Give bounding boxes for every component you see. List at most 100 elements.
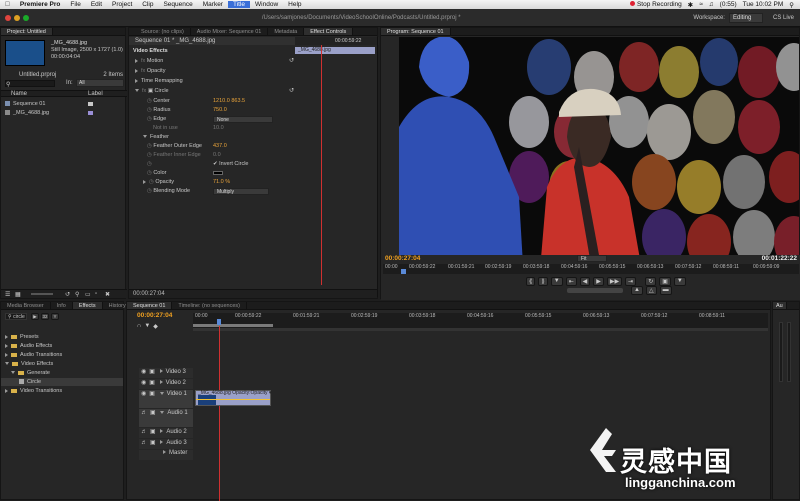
collapse-arrow-icon[interactable] [11, 371, 15, 375]
list-item[interactable]: Sequence 01 [1, 100, 125, 108]
expand-arrow-icon[interactable] [159, 369, 163, 374]
edge-select[interactable]: None [213, 116, 273, 123]
timeline-clip[interactable]: _MG_4688.jpg Opacity:Opacity ▾ [195, 390, 271, 406]
track-header-master[interactable]: Master [139, 450, 193, 460]
mark-in-icon[interactable]: ⟪ [526, 277, 536, 286]
lift-icon[interactable]: ▲ [631, 286, 643, 295]
accelerated-effects-icon[interactable]: ▶ [31, 313, 39, 320]
param-opacity[interactable]: ◷ Opacity 71.0 % [129, 178, 377, 186]
menu-marker[interactable]: Marker [198, 1, 228, 8]
expand-arrow-icon[interactable] [159, 380, 163, 385]
tab-sequence-01[interactable]: Sequence 01 [127, 302, 173, 309]
go-to-in-icon[interactable]: ⇤ [565, 277, 577, 286]
effect-opacity[interactable]: fx Opacity [129, 67, 377, 75]
param-color[interactable]: ◷ Color [129, 169, 377, 177]
tree-item-audio-transitions[interactable]: Audio Transitions [1, 351, 123, 359]
tab-program[interactable]: Program: Sequence 01 [381, 28, 451, 35]
tab-media-browser[interactable]: Media Browser [1, 302, 51, 309]
param-edge[interactable]: ◷ Edge None [129, 115, 377, 123]
column-label[interactable]: Label [88, 91, 103, 97]
keyframe-icon[interactable]: ◆ [153, 323, 158, 330]
expand-arrow-icon[interactable] [5, 343, 8, 348]
loop-icon[interactable]: ↻ [645, 277, 657, 286]
tab-project[interactable]: Project: Untitled [1, 28, 53, 35]
tab-audio-mixer[interactable]: Audio Mixer: Sequence 01 [191, 28, 269, 35]
tree-item-video-effects[interactable]: Video Effects [1, 360, 123, 368]
reset-icon[interactable]: ↺ [289, 87, 294, 94]
menu-help[interactable]: Help [283, 1, 306, 8]
zoom-slider[interactable] [31, 293, 53, 295]
fit-select[interactable]: Fit [577, 255, 607, 262]
tab-source[interactable]: Source: (no clips) [129, 28, 191, 35]
collapse-arrow-icon[interactable] [160, 410, 165, 414]
column-name[interactable]: Name [11, 91, 27, 97]
expand-arrow-icon[interactable] [160, 429, 164, 434]
menu-edit[interactable]: Edit [86, 1, 107, 8]
mark-out-icon[interactable]: ⟫ [538, 277, 548, 286]
tab-timeline-none[interactable]: Timeline: (no sequences) [172, 302, 247, 309]
track-header-audio-3[interactable]: ♬ ▣ Audio 3 [139, 439, 193, 449]
play-icon[interactable]: ▶ [593, 277, 604, 286]
invert-circle-checkbox[interactable]: ✔ Invert Circle [213, 160, 248, 168]
new-item-icon[interactable]: ▫ [95, 291, 97, 297]
menu-title[interactable]: Title [227, 1, 251, 8]
menu-window[interactable]: Window [250, 1, 283, 8]
delete-icon[interactable]: ✖ [105, 291, 110, 298]
reset-icon[interactable]: ↺ [289, 57, 294, 64]
expand-arrow-icon[interactable] [5, 388, 8, 393]
extract-icon[interactable]: △ [645, 286, 657, 295]
stop-recording-button[interactable]: Stop Recording [629, 1, 682, 8]
param-blending-mode[interactable]: ◷ Blending Mode Multiply [129, 187, 377, 195]
tree-item-generate[interactable]: Generate [1, 369, 123, 377]
effect-motion[interactable]: fx Motion [129, 57, 377, 65]
program-timecode-current[interactable]: 00:00:27:04 [385, 255, 420, 262]
tab-effect-controls[interactable]: Effect Controls [304, 28, 354, 35]
lock-icon[interactable]: ▣ [150, 429, 156, 435]
tab-metadata[interactable]: Metadata [268, 28, 305, 35]
param-feather-outer[interactable]: ◷ Feather Outer Edge 437.0 [129, 142, 377, 150]
tree-item-circle[interactable]: Circle [1, 378, 123, 386]
expand-arrow-icon[interactable] [135, 58, 138, 63]
list-item[interactable]: _MG_4688.jpg [1, 109, 125, 117]
effect-time-remapping[interactable]: Time Remapping [129, 77, 377, 85]
icon-view-icon[interactable]: ▦ [15, 291, 21, 298]
expand-arrow-icon[interactable] [163, 450, 166, 455]
track-header-video-1[interactable]: ◉ ▣ Video 1 [139, 390, 193, 408]
track-header-video-3[interactable]: ◉ ▣ Video 3 [139, 368, 193, 378]
marker-icon[interactable]: ▼ [550, 277, 563, 286]
cs-live-button[interactable]: CS Live [773, 15, 794, 21]
snap-icon[interactable]: ∩ [137, 323, 141, 330]
wifi-icon[interactable]: ≈ [699, 1, 703, 8]
workspace-select[interactable]: Editing [728, 12, 763, 23]
menu-sequence[interactable]: Sequence [158, 1, 197, 8]
search-icon[interactable]: ⚲ [75, 291, 79, 298]
tree-item-video-transitions[interactable]: Video Transitions [1, 387, 123, 395]
app-menu[interactable]: Premiere Pro [15, 1, 65, 8]
close-window-icon[interactable] [5, 14, 11, 21]
collapse-arrow-icon[interactable] [5, 362, 9, 366]
step-back-icon[interactable]: ◀ [579, 277, 591, 286]
collapse-arrow-icon[interactable] [135, 89, 139, 93]
track-header-audio-2[interactable]: ♬ ▣ Audio 2 [139, 428, 193, 438]
effect-circle[interactable]: fx ▣ Circle [129, 87, 377, 95]
menu-project[interactable]: Project [107, 1, 137, 8]
set-marker-icon[interactable]: ▼ [144, 323, 150, 330]
param-invert-circle[interactable]: ◷ ✔ Invert Circle [129, 160, 377, 168]
spotlight-icon[interactable]: ⚲ [789, 1, 794, 9]
project-search-input[interactable]: ⚲ [5, 80, 55, 88]
minimize-window-icon[interactable] [14, 14, 20, 21]
jog-shuttle[interactable] [567, 288, 623, 293]
automate-icon[interactable]: ↺ [65, 291, 70, 298]
lock-icon[interactable]: ▣ [149, 380, 155, 386]
apple-icon[interactable]:  [0, 1, 15, 8]
timeline-playhead-handle[interactable] [217, 319, 221, 325]
work-area-bar[interactable] [193, 324, 273, 327]
trim-icon[interactable]: ▬ [659, 286, 672, 295]
expand-arrow-icon[interactable] [135, 78, 138, 83]
32bit-effects-icon[interactable]: 32 [41, 313, 49, 320]
zoom-scroll-bar[interactable] [193, 328, 768, 331]
track-header-audio-1[interactable]: ♬ ▣ Audio 1 [139, 409, 193, 427]
tree-item-audio-effects[interactable]: Audio Effects [1, 342, 123, 350]
program-video-frame[interactable] [399, 37, 799, 282]
tree-item-presets[interactable]: Presets [1, 333, 123, 341]
